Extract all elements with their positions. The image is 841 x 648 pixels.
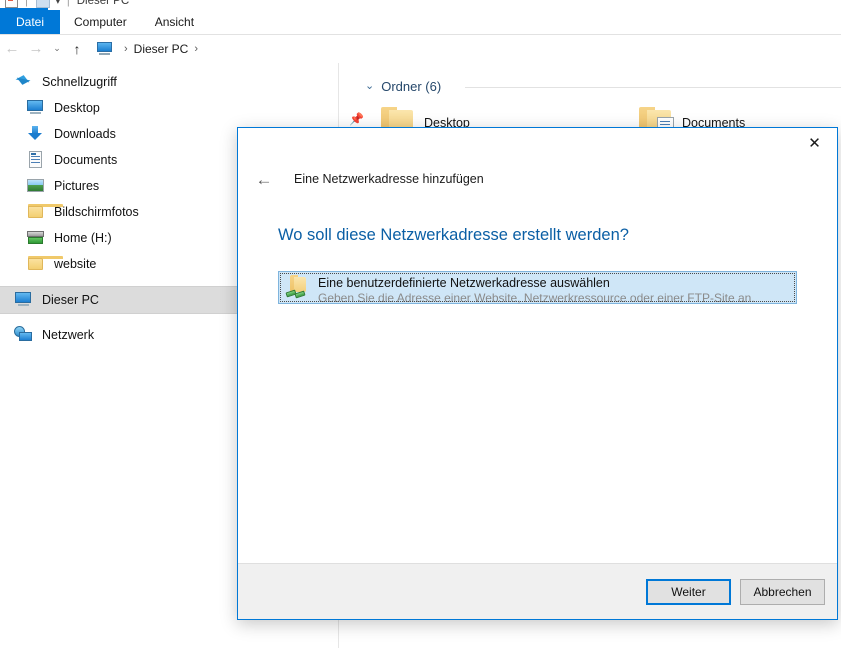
forward-button[interactable]: →	[24, 41, 48, 56]
sidebar-item-schnellzugriff[interactable]: Schnellzugriff	[0, 69, 338, 95]
pin-icon: 📌	[349, 112, 364, 126]
sidebar-item-label: Dieser PC	[42, 292, 99, 307]
next-button[interactable]: Weiter	[646, 578, 731, 605]
network-location-choice-list: Eine benutzerdefinierte Netzwerkadresse …	[278, 271, 797, 306]
sidebar-item-label: Bildschirmfotos	[54, 204, 139, 219]
network-icon	[14, 326, 34, 344]
group-header-label: Ordner (6)	[381, 79, 442, 94]
folder-icon[interactable]	[35, 0, 50, 8]
add-network-address-dialog: ✕ ← Eine Netzwerkadresse hinzufügen Wo s…	[237, 127, 838, 620]
network-drive-icon	[26, 229, 46, 247]
back-button[interactable]: ←	[0, 41, 24, 56]
up-button[interactable]: ↑	[66, 42, 88, 56]
cancel-button[interactable]: Abbrechen	[740, 578, 825, 605]
chevron-down-icon[interactable]: ▾	[56, 0, 60, 6]
tab-ansicht[interactable]: Ansicht	[141, 10, 208, 34]
folder-icon	[26, 255, 63, 273]
this-pc-icon	[14, 291, 34, 309]
quick-access-toolbar: | ▾ | Dieser PC	[0, 0, 841, 10]
address-bar: ← → ⌄ ↑ › Dieser PC ›	[0, 35, 841, 62]
save-icon[interactable]	[4, 0, 18, 8]
document-icon	[26, 151, 46, 169]
list-item-custom-network-address[interactable]: Eine benutzerdefinierte Netzwerkadresse …	[278, 271, 797, 306]
chevron-down-icon[interactable]: ⌄	[365, 81, 374, 92]
back-icon[interactable]: ←	[246, 171, 282, 188]
close-icon[interactable]: ✕	[792, 128, 837, 158]
sidebar-item-label: Netzwerk	[42, 327, 95, 342]
sidebar-item-label: Home (H:)	[54, 230, 112, 245]
tab-datei[interactable]: Datei	[0, 10, 61, 34]
sidebar-item-label: Downloads	[54, 126, 116, 141]
download-arrow-icon	[26, 125, 46, 143]
breadcrumb-separator[interactable]: ›	[118, 43, 134, 55]
breadcrumb-separator-trailing[interactable]: ›	[188, 43, 204, 55]
qat-divider: |	[25, 0, 28, 7]
list-item-title: Eine benutzerdefinierte Netzwerkadresse …	[318, 276, 610, 290]
group-header-rule	[465, 87, 841, 88]
sidebar-item-label: Pictures	[54, 178, 100, 193]
dialog-titlebar: ✕	[238, 128, 837, 161]
monitor-icon	[26, 99, 46, 117]
sidebar-item-label: Documents	[54, 152, 118, 167]
ribbon-tabs: Datei Computer Ansicht	[0, 10, 841, 34]
dialog-footer: Weiter Abbrechen	[238, 563, 837, 619]
list-item-text: Eine benutzerdefinierte Netzwerkadresse …	[318, 276, 755, 306]
sidebar-item-desktop[interactable]: Desktop	[0, 95, 338, 121]
folder-icon	[26, 203, 63, 221]
group-header-ordner[interactable]: ⌄ Ordner (6)	[365, 79, 441, 94]
window-title: Dieser PC	[76, 0, 130, 7]
sidebar-item-label: website	[54, 256, 97, 271]
dialog-subtitle: Eine Netzwerkadresse hinzufügen	[294, 172, 484, 186]
breadcrumb-item-dieser-pc[interactable]: Dieser PC	[134, 42, 189, 56]
tab-computer[interactable]: Computer	[60, 10, 141, 34]
list-item-description: Geben Sie die Adresse einer Website, Net…	[318, 291, 755, 305]
quick-access-toolbar-items: | ▾ | Dieser PC	[4, 0, 129, 8]
this-pc-icon	[97, 41, 113, 56]
pin-star-icon	[14, 73, 34, 91]
sidebar-item-label: Schnellzugriff	[42, 74, 117, 89]
qat-title-separator: |	[66, 0, 70, 7]
dialog-nav-row: ← Eine Netzwerkadresse hinzufügen	[238, 161, 837, 197]
sidebar-item-label: Desktop	[54, 100, 100, 115]
recent-locations-button[interactable]: ⌄	[48, 44, 66, 53]
picture-icon	[26, 177, 46, 195]
dialog-body: Wo soll diese Netzwerkadresse erstellt w…	[238, 197, 837, 563]
dialog-heading: Wo soll diese Netzwerkadresse erstellt w…	[278, 226, 629, 244]
breadcrumb[interactable]: › Dieser PC ›	[94, 38, 841, 60]
network-folder-icon	[285, 275, 312, 299]
